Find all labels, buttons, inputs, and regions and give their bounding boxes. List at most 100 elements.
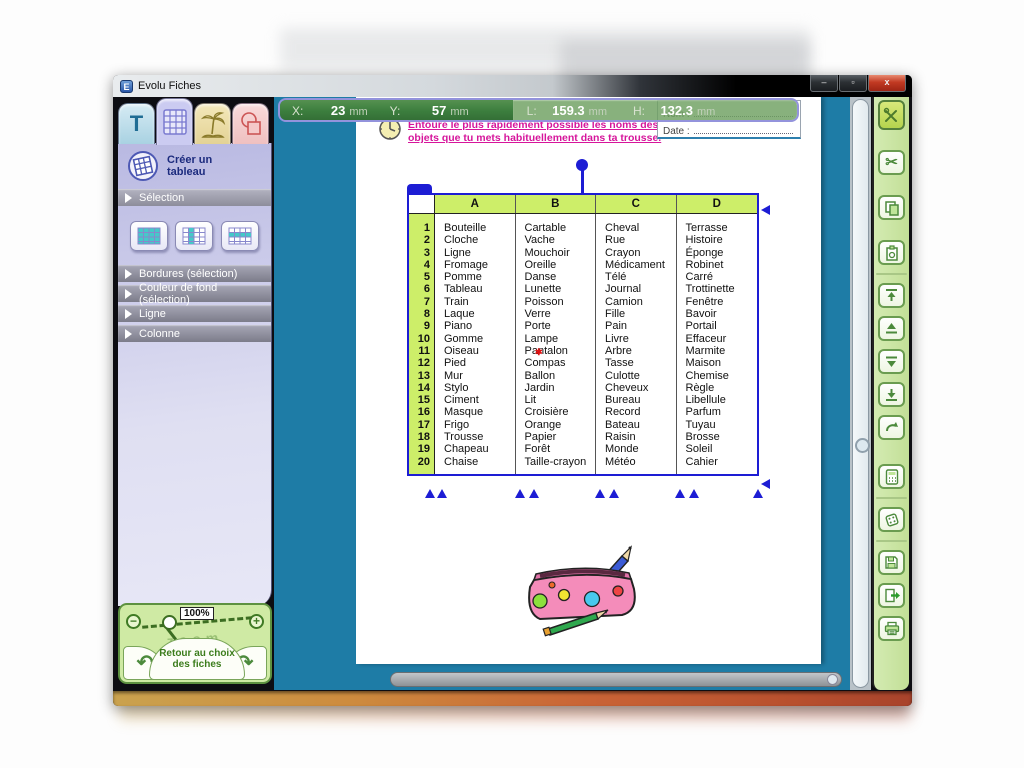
- row-number[interactable]: 2: [409, 234, 430, 246]
- table-cell[interactable]: Pain: [605, 320, 676, 332]
- dice-table-button[interactable]: [878, 507, 905, 532]
- table-pin-handle[interactable]: [581, 169, 584, 193]
- table-cell[interactable]: Orange: [525, 419, 596, 431]
- table-cell[interactable]: Terrasse: [686, 222, 758, 234]
- table-cell[interactable]: Parfum: [686, 406, 758, 418]
- table-cell[interactable]: Ciment: [444, 394, 515, 406]
- row-number[interactable]: 18: [409, 431, 430, 443]
- word-table[interactable]: ABCD 1234567891011121314151617181920 Bou…: [407, 193, 763, 476]
- table-cell[interactable]: Portail: [686, 320, 758, 332]
- column-header[interactable]: B: [516, 195, 597, 213]
- table-cell[interactable]: Oiseau: [444, 345, 515, 357]
- resize-arrow-icon[interactable]: [595, 489, 605, 498]
- table-cell[interactable]: Arbre: [605, 345, 676, 357]
- row-number[interactable]: 6: [409, 283, 430, 295]
- cut-button[interactable]: ✂: [878, 150, 905, 175]
- table-cell[interactable]: Trottinette: [686, 283, 758, 295]
- table-cell[interactable]: Télé: [605, 271, 676, 283]
- table-cell[interactable]: Pied: [444, 357, 515, 369]
- table-cell[interactable]: Forêt: [525, 443, 596, 455]
- table-cell[interactable]: Règle: [686, 382, 758, 394]
- table-column[interactable]: CartableVacheMouchoirOreilleDanseLunette…: [516, 214, 597, 474]
- table-cell[interactable]: Papier: [525, 431, 596, 443]
- table-cell[interactable]: Train: [444, 296, 515, 308]
- row-number-column[interactable]: 1234567891011121314151617181920: [409, 214, 435, 474]
- table-cell[interactable]: Journal: [605, 283, 676, 295]
- table-cell[interactable]: Cheveux: [605, 382, 676, 394]
- table-cell[interactable]: Culotte: [605, 370, 676, 382]
- close-button[interactable]: x: [868, 75, 906, 92]
- table-cell[interactable]: Lunette: [525, 283, 596, 295]
- vertical-scrollbar[interactable]: [852, 99, 869, 688]
- row-number[interactable]: 3: [409, 247, 430, 259]
- move-up-button[interactable]: [878, 316, 905, 341]
- section-colonne[interactable]: Colonne: [118, 325, 271, 342]
- row-number[interactable]: 15: [409, 394, 430, 406]
- calculator-button[interactable]: [878, 464, 905, 489]
- table-cell[interactable]: Mur: [444, 370, 515, 382]
- resize-arrow-icon[interactable]: [761, 479, 770, 489]
- table-cell[interactable]: Fromage: [444, 259, 515, 271]
- table-cell[interactable]: Danse: [525, 271, 596, 283]
- export-button[interactable]: [878, 583, 905, 608]
- move-to-top-button[interactable]: [878, 283, 905, 308]
- table-cell[interactable]: Pomme: [444, 271, 515, 283]
- resize-arrow-icon[interactable]: [753, 489, 763, 498]
- table-cell[interactable]: Éponge: [686, 247, 758, 259]
- table-corner-cell[interactable]: [409, 195, 435, 213]
- table-cell[interactable]: Carré: [686, 271, 758, 283]
- table-cell[interactable]: Fille: [605, 308, 676, 320]
- resize-arrow-icon[interactable]: [689, 489, 699, 498]
- resize-arrow-icon[interactable]: [761, 205, 770, 215]
- table-cell[interactable]: Frigo: [444, 419, 515, 431]
- maximize-button[interactable]: ▫: [839, 75, 867, 92]
- paste-button[interactable]: [878, 240, 905, 265]
- document-workspace[interactable]: Entoure le plus rapidement possible les …: [274, 97, 850, 690]
- table-cell[interactable]: Trousse: [444, 431, 515, 443]
- table-cell[interactable]: Robinet: [686, 259, 758, 271]
- table-cell[interactable]: Lampe: [525, 333, 596, 345]
- table-cell[interactable]: Tasse: [605, 357, 676, 369]
- table-cell[interactable]: Météo: [605, 456, 676, 468]
- table-cell[interactable]: Rue: [605, 234, 676, 246]
- table-cell[interactable]: Raisin: [605, 431, 676, 443]
- table-cell[interactable]: Gomme: [444, 333, 515, 345]
- tab-table-tool[interactable]: [156, 98, 193, 145]
- table-cell[interactable]: Livre: [605, 333, 676, 345]
- minimize-button[interactable]: –: [810, 75, 838, 92]
- table-cell[interactable]: Masque: [444, 406, 515, 418]
- table-cell[interactable]: Crayon: [605, 247, 676, 259]
- table-cell[interactable]: Chaise: [444, 456, 515, 468]
- table-cell[interactable]: Chemise: [686, 370, 758, 382]
- table-cell[interactable]: Camion: [605, 296, 676, 308]
- column-header[interactable]: C: [596, 195, 677, 213]
- table-cell[interactable]: Médicament: [605, 259, 676, 271]
- resize-arrow-icon[interactable]: [437, 489, 447, 498]
- select-row-button[interactable]: [221, 221, 259, 251]
- table-cell[interactable]: Jardin: [525, 382, 596, 394]
- section-couleur-fond[interactable]: Couleur de fond (sélection): [118, 285, 271, 302]
- table-cell[interactable]: Record: [605, 406, 676, 418]
- vertical-scroll-thumb[interactable]: [855, 438, 870, 453]
- tab-image-tool[interactable]: [194, 103, 231, 144]
- table-cell[interactable]: Bureau: [605, 394, 676, 406]
- table-cell[interactable]: Maison: [686, 357, 758, 369]
- row-number[interactable]: 20: [409, 456, 430, 468]
- table-corner-handle[interactable]: [407, 184, 432, 194]
- table-cell[interactable]: Brosse: [686, 431, 758, 443]
- row-number[interactable]: 1: [409, 222, 430, 234]
- table-cell[interactable]: Laque: [444, 308, 515, 320]
- resize-arrow-icon[interactable]: [515, 489, 525, 498]
- table-cell[interactable]: Piano: [444, 320, 515, 332]
- table-cell[interactable]: Monde: [605, 443, 676, 455]
- section-bordures[interactable]: Bordures (sélection): [118, 265, 271, 282]
- table-column[interactable]: TerrasseHistoireÉpongeRobinetCarréTrotti…: [677, 214, 758, 474]
- zoom-out-button[interactable]: −: [126, 614, 141, 629]
- table-cell[interactable]: Vache: [525, 234, 596, 246]
- row-number[interactable]: 10: [409, 333, 430, 345]
- titlebar[interactable]: E Evolu Fiches – ▫ x: [113, 75, 912, 97]
- copy-button[interactable]: [878, 195, 905, 220]
- column-header[interactable]: D: [677, 195, 758, 213]
- column-header[interactable]: A: [435, 195, 516, 213]
- row-number[interactable]: 4: [409, 259, 430, 271]
